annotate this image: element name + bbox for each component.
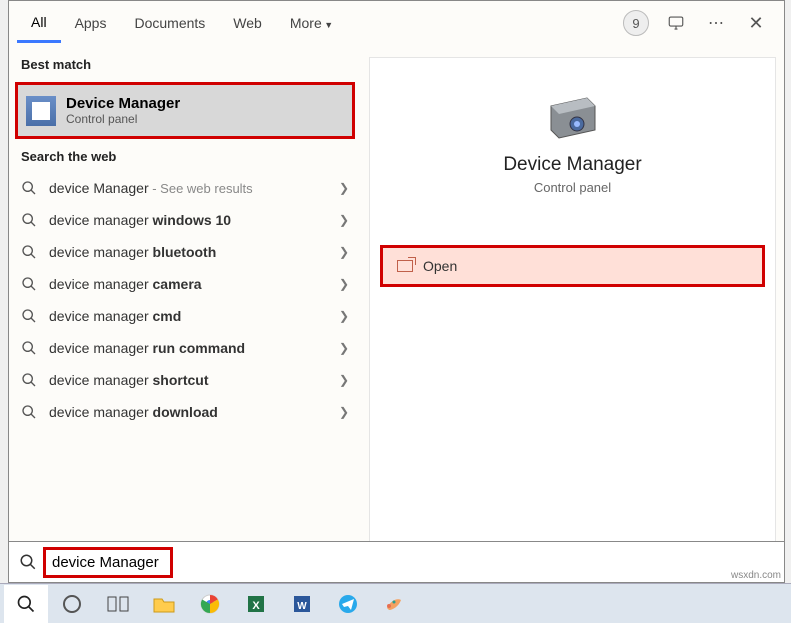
preview-panel: Device Manager Control panel Open <box>361 45 784 582</box>
results-panel: Best match Device Manager Control panel … <box>9 45 361 582</box>
search-icon <box>21 276 39 292</box>
tab-apps[interactable]: Apps <box>61 5 121 41</box>
web-result-text: device manager run command <box>49 340 245 356</box>
taskbar-paint-icon[interactable] <box>372 585 416 623</box>
tab-all[interactable]: All <box>17 4 61 43</box>
chevron-right-icon: ❯ <box>339 245 349 259</box>
search-web-label: Search the web <box>9 141 361 172</box>
taskbar-word-icon[interactable]: W <box>280 585 324 623</box>
web-result-text: device manager camera <box>49 276 202 292</box>
web-result-text: device manager windows 10 <box>49 212 231 228</box>
taskbar: X W <box>0 583 791 623</box>
chevron-right-icon: ❯ <box>339 213 349 227</box>
tab-documents[interactable]: Documents <box>120 5 219 41</box>
search-icon <box>19 553 37 571</box>
taskbar-taskview-icon[interactable] <box>96 585 140 623</box>
search-icon <box>21 404 39 420</box>
watermark: wsxdn.com <box>731 570 781 581</box>
search-icon <box>21 244 39 260</box>
close-icon[interactable]: ✕ <box>736 3 776 43</box>
search-window: All Apps Documents Web More 9 ⋯ ✕ Best m… <box>8 0 785 583</box>
taskbar-search-icon[interactable] <box>4 585 48 623</box>
search-icon <box>21 180 39 196</box>
taskbar-excel-icon[interactable]: X <box>234 585 278 623</box>
best-match-subtitle: Control panel <box>66 112 180 126</box>
web-results-list: device Manager - See web results❯device … <box>9 172 361 428</box>
feedback-icon[interactable] <box>656 3 696 43</box>
best-match-label: Best match <box>9 49 361 80</box>
taskbar-telegram-icon[interactable] <box>326 585 370 623</box>
svg-text:W: W <box>297 601 307 612</box>
taskbar-chrome-icon[interactable] <box>188 585 232 623</box>
best-match-result[interactable]: Device Manager Control panel <box>15 82 355 139</box>
web-result-3[interactable]: device manager camera ❯ <box>9 268 361 300</box>
chevron-right-icon: ❯ <box>339 181 349 195</box>
search-bar <box>8 541 785 583</box>
open-icon <box>397 260 413 272</box>
open-action[interactable]: Open <box>380 245 765 287</box>
web-result-6[interactable]: device manager shortcut ❯ <box>9 364 361 396</box>
web-result-text: device manager cmd <box>49 308 181 324</box>
search-icon <box>21 308 39 324</box>
web-result-4[interactable]: device manager cmd ❯ <box>9 300 361 332</box>
web-result-text: device manager bluetooth <box>49 244 216 260</box>
device-manager-icon <box>26 96 56 126</box>
web-result-7[interactable]: device manager download ❯ <box>9 396 361 428</box>
taskbar-explorer-icon[interactable] <box>142 585 186 623</box>
search-icon <box>21 340 39 356</box>
web-result-1[interactable]: device manager windows 10 ❯ <box>9 204 361 236</box>
chevron-right-icon: ❯ <box>339 277 349 291</box>
chevron-right-icon: ❯ <box>339 309 349 323</box>
svg-text:X: X <box>252 600 260 612</box>
web-result-text: device manager shortcut <box>49 372 209 388</box>
web-result-2[interactable]: device manager bluetooth ❯ <box>9 236 361 268</box>
chevron-right-icon: ❯ <box>339 405 349 419</box>
main-area: Best match Device Manager Control panel … <box>9 45 784 582</box>
badge-count[interactable]: 9 <box>616 3 656 43</box>
web-result-text: device Manager - See web results <box>49 180 253 196</box>
search-icon <box>21 372 39 388</box>
preview-card: Device Manager Control panel Open <box>369 57 776 570</box>
best-match-title: Device Manager <box>66 95 180 112</box>
web-result-text: device manager download <box>49 404 218 420</box>
chevron-right-icon: ❯ <box>339 341 349 355</box>
taskbar-cortana-icon[interactable] <box>50 585 94 623</box>
chevron-right-icon: ❯ <box>339 373 349 387</box>
device-manager-large-icon <box>543 88 603 138</box>
preview-subtitle: Control panel <box>380 180 765 195</box>
preview-title: Device Manager <box>380 154 765 176</box>
tab-bar: All Apps Documents Web More 9 ⋯ ✕ <box>9 1 784 45</box>
tab-web[interactable]: Web <box>219 5 276 41</box>
tab-more[interactable]: More <box>276 5 347 41</box>
web-result-0[interactable]: device Manager - See web results ❯ <box>9 172 361 204</box>
search-icon <box>21 212 39 228</box>
search-input[interactable] <box>43 547 173 578</box>
open-label: Open <box>423 258 457 274</box>
web-result-5[interactable]: device manager run command ❯ <box>9 332 361 364</box>
more-options-icon[interactable]: ⋯ <box>696 3 736 43</box>
